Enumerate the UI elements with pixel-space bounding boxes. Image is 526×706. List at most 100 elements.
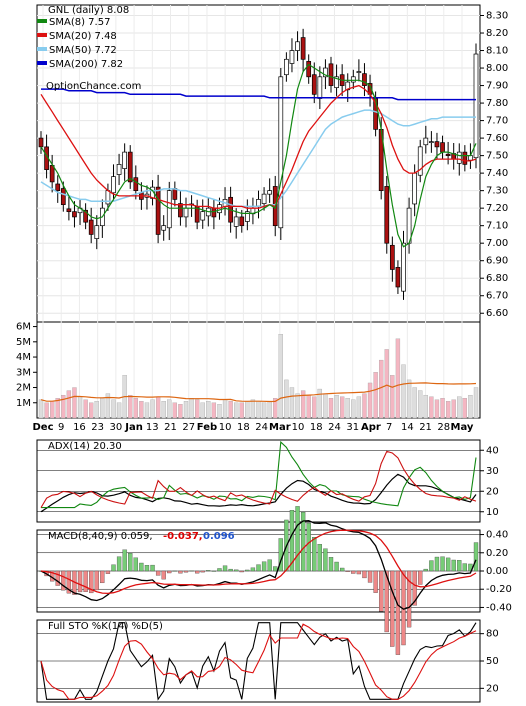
- price-tick-label: 8.00: [486, 63, 508, 74]
- macd-histogram-bar: [178, 570, 183, 574]
- macd-histogram-bar: [155, 570, 161, 576]
- volume-bar: [217, 404, 222, 419]
- candle-body: [401, 242, 406, 292]
- stochastic-tick-label: 20: [486, 683, 499, 694]
- volume-bar: [250, 399, 256, 419]
- volume-bar: [406, 379, 412, 419]
- volume-bar: [312, 396, 317, 419]
- candle-body: [317, 76, 323, 99]
- candle-body: [306, 61, 312, 78]
- candle-body: [468, 155, 473, 161]
- macd-histogram-bar: [261, 561, 267, 572]
- volume-bar: [356, 396, 362, 419]
- macd-histogram-bar: [334, 561, 339, 572]
- volume-bar: [468, 394, 473, 419]
- date-tick-label: 7: [386, 422, 392, 433]
- macd-histogram-bar: [122, 549, 127, 572]
- volume-tick-label: 3M: [16, 367, 31, 378]
- candle-body: [127, 151, 133, 183]
- legend-sma20-swatch: [37, 33, 47, 37]
- candle-body: [49, 165, 55, 183]
- price-tick-label: 7.20: [486, 203, 508, 214]
- candle-body: [211, 207, 217, 218]
- macd-tick-label: 0.20: [486, 548, 508, 559]
- volume-bar: [440, 398, 445, 419]
- volume-bar: [228, 401, 233, 419]
- candle-body: [300, 37, 306, 60]
- stochastic-tick-label: 80: [486, 629, 499, 640]
- volume-bar: [256, 401, 261, 419]
- price-tick-label: 7.90: [486, 81, 508, 92]
- volume-bar: [284, 379, 289, 419]
- date-tick-label: 28: [437, 422, 450, 433]
- candle-body: [122, 151, 128, 169]
- volume-bar: [418, 390, 423, 419]
- volume-bar: [395, 338, 401, 419]
- adx-tick-label: 20: [486, 486, 499, 497]
- macd-histogram-bar: [217, 568, 222, 572]
- volume-bar: [150, 399, 155, 419]
- adx-tick-label: 30: [486, 466, 499, 477]
- date-tick-label: 9: [58, 422, 64, 433]
- candle-body: [72, 211, 77, 218]
- date-tick-label: 21: [164, 422, 177, 433]
- macd-histogram-bar: [312, 537, 317, 572]
- macd-histogram-bar: [94, 570, 99, 591]
- price-tick-label: 6.90: [486, 256, 508, 267]
- macd-histogram-bar: [323, 548, 328, 572]
- volume-bar: [128, 394, 133, 419]
- volume-bar: [139, 401, 144, 419]
- legend-sma8: SMA(8) 7.57: [37, 17, 110, 28]
- macd-histogram-bar: [172, 570, 177, 572]
- candle-body: [256, 199, 261, 207]
- volume-bar: [116, 402, 122, 419]
- macd-histogram-bar: [250, 567, 256, 572]
- macd-histogram-value: 0.096: [203, 531, 235, 542]
- date-tick-label: 24: [255, 422, 268, 433]
- volume-bar: [44, 402, 49, 419]
- volume-bar: [172, 402, 177, 419]
- stock-chart: 8.30 8.20 8.10 8.00 7.90 7.80 7.70 7.60 7.50 7.40…: [0, 0, 526, 706]
- candle-body: [38, 137, 44, 148]
- candle-body: [284, 58, 289, 76]
- candle-body: [88, 219, 94, 235]
- macd-histogram-bar: [440, 556, 445, 572]
- macd-tick-label: 0.00: [486, 566, 508, 577]
- price-tick-label: 6.70: [486, 291, 508, 302]
- candle-body: [456, 151, 462, 164]
- candle-body: [200, 211, 206, 221]
- macd-histogram-bar: [451, 559, 456, 572]
- volume-tick-label: 6M: [16, 322, 31, 333]
- legend-sma50-label: SMA(50) 7.72: [49, 45, 117, 56]
- macd-histogram-bar: [256, 564, 261, 572]
- volume-bar: [66, 390, 72, 419]
- macd-histogram-bar: [434, 556, 440, 572]
- legend-sma200-swatch: [37, 61, 47, 65]
- date-tick-label: 16: [73, 422, 86, 433]
- volume-bar: [144, 402, 150, 419]
- volume-bar: [50, 401, 55, 419]
- legend-sma50: SMA(50) 7.72: [37, 45, 117, 56]
- macd-histogram-bar: [116, 556, 122, 572]
- candle-body: [311, 74, 317, 95]
- macd-label: MACD(8,40,9) 0.059,: [48, 531, 153, 542]
- date-tick-label: 10: [219, 422, 232, 433]
- date-tick-label: 21: [419, 422, 432, 433]
- date-tick-label: 18: [310, 422, 323, 433]
- price-tick-label: 7.00: [486, 238, 508, 249]
- macd-signal-value: -0.037,: [163, 531, 203, 542]
- candle-body: [111, 176, 116, 194]
- legend-sma20-label: SMA(20) 7.48: [49, 31, 117, 42]
- volume-bar: [423, 394, 428, 419]
- date-tick-label: 18: [237, 422, 250, 433]
- candle-body: [178, 203, 183, 218]
- date-tick-label: 13: [146, 422, 159, 433]
- volume-bar: [379, 359, 384, 419]
- volume-bar: [306, 394, 311, 419]
- macd-histogram-bar: [317, 544, 322, 572]
- volume-bar: [89, 402, 94, 419]
- volume-bar: [100, 398, 105, 419]
- date-tick-label: Feb: [197, 422, 217, 433]
- candle-body: [133, 177, 139, 191]
- volume-bar: [323, 393, 328, 419]
